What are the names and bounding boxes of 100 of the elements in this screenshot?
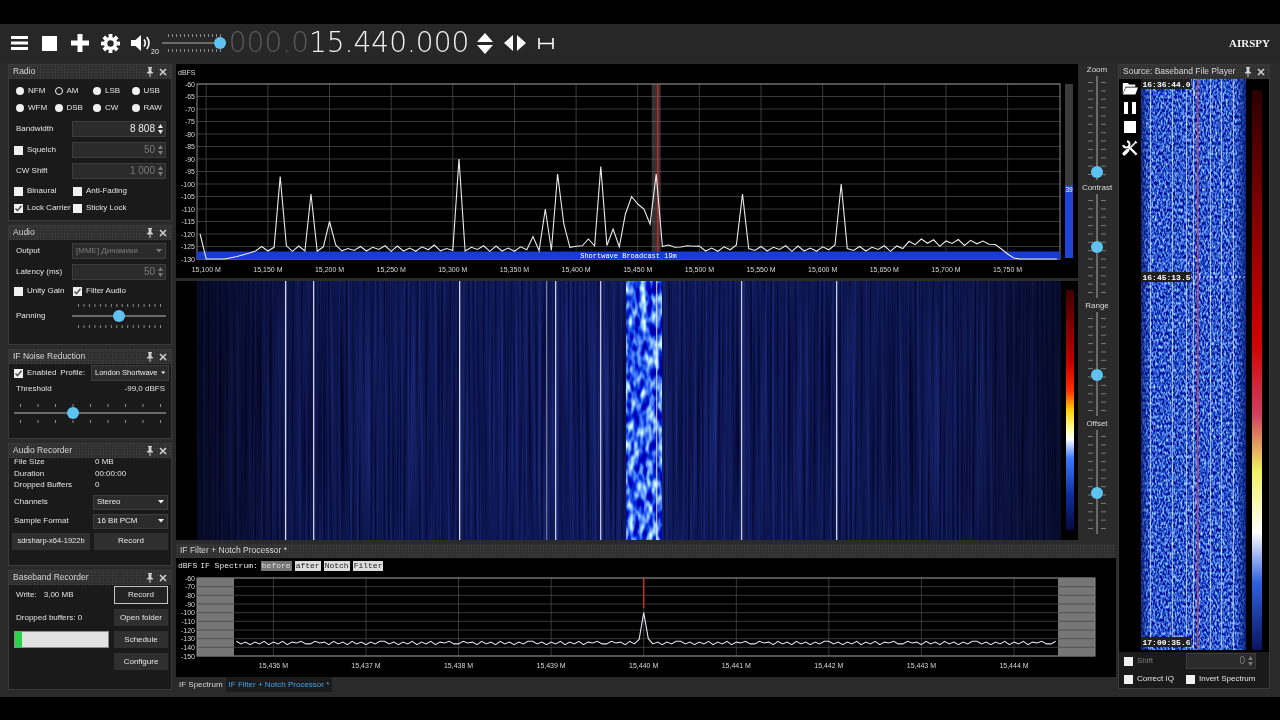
- button[interactable]: Record: [114, 586, 168, 604]
- panel-title: Radio: [13, 67, 37, 77]
- field-label: Panning: [15, 311, 47, 321]
- dropdown[interactable]: Stereo: [93, 494, 168, 510]
- field-label: Dropped Buffers: [14, 480, 74, 490]
- spinner-arrows-icon[interactable]: [158, 124, 163, 134]
- timestamp-label: 16:36:44.0: [1141, 79, 1191, 89]
- radio-button[interactable]: [93, 103, 101, 112]
- close-icon[interactable]: [159, 447, 167, 455]
- radio-button[interactable]: [16, 86, 24, 95]
- checkbox-label: Sticky Lock: [86, 203, 127, 213]
- slider-label: Range: [1085, 300, 1109, 312]
- checkbox-label: Enabled: [27, 368, 57, 378]
- close-icon[interactable]: [159, 68, 167, 76]
- checkbox[interactable]: [73, 203, 82, 213]
- radio-button[interactable]: [54, 103, 63, 112]
- button[interactable]: Record: [94, 532, 168, 550]
- timestamp-label: 16:45:13.5: [1141, 272, 1191, 282]
- plus-icon[interactable]: [71, 34, 89, 52]
- view-toggle[interactable]: after: [294, 561, 321, 571]
- radio-button[interactable]: [93, 86, 101, 95]
- checkbox[interactable]: [73, 186, 82, 196]
- slider-thumb[interactable]: [1091, 166, 1103, 179]
- axis-title: dBFS: [178, 561, 198, 571]
- radio-label: RAW: [143, 102, 162, 113]
- pin-icon[interactable]: [146, 67, 154, 77]
- pin-icon[interactable]: [1244, 67, 1252, 77]
- field-value: 0 MB: [95, 457, 114, 467]
- dropdown[interactable]: 16 Bit PCM: [93, 513, 168, 529]
- pin-icon[interactable]: [146, 352, 154, 362]
- field-value: 00:00:00: [95, 468, 127, 478]
- tab[interactable]: IF Filter + Notch Processor *: [225, 677, 333, 692]
- view-toggle[interactable]: Filter: [352, 561, 384, 571]
- volume-slider[interactable]: [161, 31, 226, 55]
- field-label: Profile:: [60, 368, 86, 378]
- slider-thumb[interactable]: [213, 37, 226, 49]
- checkbox[interactable]: [1124, 674, 1133, 684]
- field-label: Latency (ms): [15, 267, 64, 277]
- radio-button[interactable]: [131, 103, 140, 112]
- pause-icon[interactable]: [1124, 102, 1136, 114]
- slider-thumb[interactable]: [1091, 369, 1103, 382]
- checkbox[interactable]: [14, 368, 23, 378]
- panel-title: Audio Recorder: [13, 446, 74, 456]
- vertical-slider[interactable]: [1086, 430, 1108, 534]
- folder-icon[interactable]: [1122, 82, 1138, 95]
- vertical-slider[interactable]: [1086, 312, 1108, 416]
- checkbox-label: Squelch: [27, 145, 56, 155]
- pin-icon[interactable]: [146, 228, 154, 238]
- left-right-arrows-icon[interactable]: [504, 35, 527, 51]
- button[interactable]: Open folder: [114, 609, 168, 626]
- up-down-arrows-icon[interactable]: [477, 32, 494, 54]
- slider-thumb[interactable]: [67, 407, 80, 419]
- field-label: Output: [15, 246, 41, 256]
- close-icon[interactable]: [1257, 68, 1265, 76]
- pin-icon[interactable]: [146, 446, 154, 456]
- panel-title: Audio: [13, 228, 36, 238]
- radio-label: DSB: [66, 102, 83, 113]
- radio-button[interactable]: [131, 86, 140, 95]
- tools-icon[interactable]: [1122, 140, 1138, 156]
- checkbox[interactable]: [14, 203, 23, 213]
- checkbox-label: Binaural: [27, 186, 57, 196]
- checkbox[interactable]: [1186, 674, 1195, 684]
- stop-icon[interactable]: [42, 35, 57, 51]
- button[interactable]: Configure: [114, 653, 168, 670]
- checkbox[interactable]: [73, 286, 82, 296]
- span-icon[interactable]: [538, 37, 555, 49]
- dropped-buffers-text: Dropped buffers: 0: [16, 612, 83, 623]
- menu-icon[interactable]: [11, 36, 28, 50]
- field-label: Threshold: [16, 384, 52, 394]
- slider-thumb[interactable]: [1091, 240, 1103, 253]
- view-toggle[interactable]: Notch: [323, 561, 350, 571]
- number-field[interactable]: 8 808: [72, 121, 166, 137]
- slider-label: Zoom: [1086, 64, 1108, 76]
- notch-marker: [643, 578, 645, 608]
- field-label: File Size: [14, 457, 46, 467]
- radio-button[interactable]: [16, 103, 24, 112]
- button[interactable]: Schedule: [114, 631, 168, 648]
- caret-icon: [158, 519, 164, 523]
- field-label: Write:: [16, 590, 37, 600]
- slider-thumb[interactable]: [1091, 487, 1103, 500]
- radio-button[interactable]: [54, 86, 63, 95]
- close-icon[interactable]: [159, 229, 167, 237]
- vertical-slider[interactable]: [1086, 76, 1108, 180]
- pin-icon[interactable]: [146, 573, 154, 583]
- checkbox[interactable]: [14, 186, 23, 196]
- panning-slider[interactable]: [72, 301, 166, 331]
- vertical-slider[interactable]: [1086, 194, 1108, 298]
- checkbox-label: Anti-Fading: [86, 186, 127, 196]
- settings-icon[interactable]: [101, 33, 120, 53]
- slider-thumb[interactable]: [113, 310, 125, 322]
- checkbox-label: Correct IQ: [1137, 674, 1174, 684]
- speaker-icon[interactable]: [131, 33, 151, 53]
- checkbox-label: Filter Audio: [86, 286, 127, 296]
- radio-label: CW: [105, 102, 119, 113]
- radio-label: USB: [143, 85, 160, 96]
- close-icon[interactable]: [159, 574, 167, 582]
- checkbox[interactable]: [14, 286, 23, 296]
- field-label: Bandwidth: [15, 124, 55, 134]
- close-icon[interactable]: [159, 353, 167, 361]
- panel-title: Baseband Recorder: [13, 573, 90, 583]
